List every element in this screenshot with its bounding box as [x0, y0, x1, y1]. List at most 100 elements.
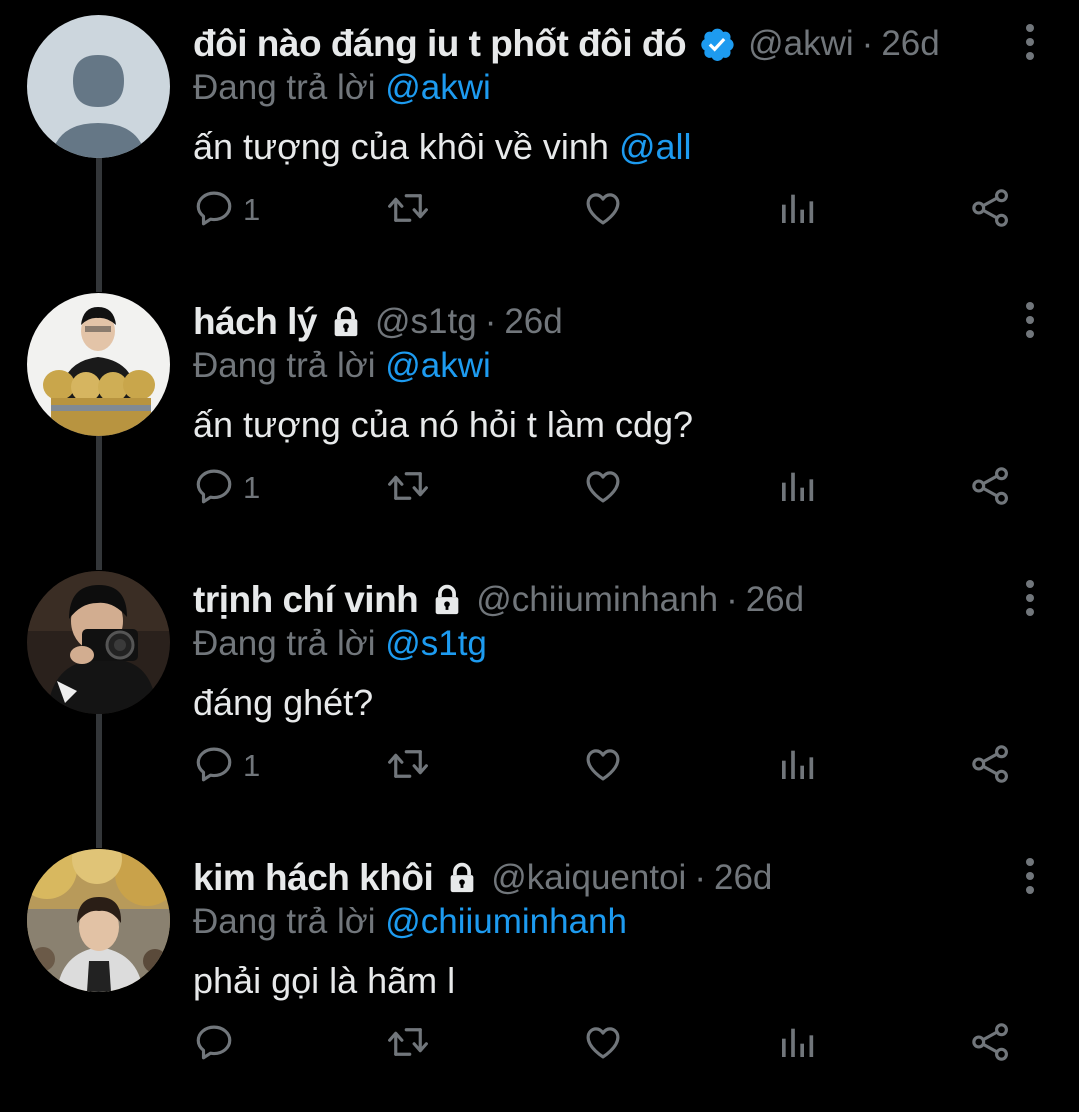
replying-to-mention[interactable]: @akwi: [385, 346, 491, 385]
tweet-text: ấn tượng của nó hỏi t làm cdg?: [193, 404, 693, 446]
like-button[interactable]: [582, 463, 624, 513]
share-icon: [970, 1021, 1012, 1068]
replying-to: Đang trả lời @akwi: [193, 346, 491, 386]
user-handle[interactable]: @chiiuminhanh: [476, 580, 718, 620]
reply-button[interactable]: [193, 1019, 243, 1069]
retweet-button[interactable]: [385, 185, 431, 235]
like-button[interactable]: [582, 741, 624, 791]
more-vertical-icon[interactable]: [1023, 300, 1037, 340]
reply-button[interactable]: 1: [193, 185, 260, 235]
display-name[interactable]: kim hách khôi: [193, 857, 434, 899]
like-icon: [582, 1021, 624, 1068]
analytics-icon: [777, 1021, 817, 1068]
avatar-photo[interactable]: [27, 849, 170, 992]
user-handle[interactable]: @kaiquentoi: [491, 858, 686, 898]
share-button[interactable]: [970, 741, 1012, 791]
tweet-text: phải gọi là hãm l: [193, 960, 455, 1002]
lock-icon: [329, 304, 363, 340]
replying-to: Đang trả lời @akwi: [193, 68, 491, 108]
replying-to-label: Đang trả lời: [193, 624, 376, 663]
replying-to-label: Đang trả lời: [193, 68, 376, 107]
share-button[interactable]: [970, 1019, 1012, 1069]
display-name[interactable]: hách lý: [193, 301, 318, 343]
reply-button[interactable]: 1: [193, 463, 260, 513]
tweet-header: kim hách khôi @kaiquentoi · 26d: [193, 852, 772, 904]
share-icon: [970, 465, 1012, 512]
replying-to-mention[interactable]: @s1tg: [385, 624, 487, 663]
more-vertical-icon[interactable]: [1023, 578, 1037, 618]
retweet-icon: [385, 1021, 431, 1068]
tweet[interactable]: kim hách khôi @kaiquentoi · 26d Đang trả…: [0, 834, 1079, 1112]
separator-dot: ·: [726, 580, 738, 619]
lock-icon: [445, 860, 479, 896]
tweet-text: ấn tượng của khôi về vinh @all: [193, 126, 692, 168]
user-handle[interactable]: @s1tg: [375, 302, 477, 342]
share-icon: [970, 743, 1012, 790]
tweet[interactable]: hách lý @s1tg · 26d Đang trả lời @akwi ấ…: [0, 278, 1079, 556]
replying-to: Đang trả lời @chiiuminhanh: [193, 902, 627, 942]
retweet-button[interactable]: [385, 1019, 431, 1069]
share-button[interactable]: [970, 185, 1012, 235]
analytics-icon: [777, 465, 817, 512]
like-icon: [582, 743, 624, 790]
like-button[interactable]: [582, 185, 624, 235]
timestamp[interactable]: 26d: [881, 24, 939, 64]
more-vertical-icon[interactable]: [1023, 22, 1037, 62]
tweet-body: ấn tượng của nó hỏi t làm cdg?: [193, 404, 694, 445]
analytics-button[interactable]: [777, 185, 817, 235]
timestamp[interactable]: 26d: [504, 302, 562, 342]
reply-icon: [193, 187, 235, 234]
reply-count: 1: [243, 748, 261, 783]
avatar-photo[interactable]: [27, 293, 170, 436]
timestamp[interactable]: 26d: [714, 858, 772, 898]
timestamp[interactable]: 26d: [746, 580, 804, 620]
tweet-header: đôi nào đáng iu t phốt đôi đó @akwi · 26…: [193, 18, 940, 70]
avatar-default[interactable]: [27, 15, 170, 158]
reply-icon: [193, 743, 235, 790]
replying-to-mention[interactable]: @akwi: [385, 68, 491, 107]
avatar-photo[interactable]: [27, 571, 170, 714]
reply-icon: [193, 1021, 235, 1068]
tweet-body: đáng ghét?: [193, 682, 374, 723]
retweet-icon: [385, 743, 431, 790]
analytics-button[interactable]: [777, 1019, 817, 1069]
replying-to: Đang trả lời @s1tg: [193, 624, 487, 664]
more-vertical-icon[interactable]: [1023, 856, 1037, 896]
separator-dot: ·: [861, 24, 874, 63]
tweet[interactable]: đôi nào đáng iu t phốt đôi đó @akwi · 26…: [0, 0, 1079, 278]
tweet-body: phải gọi là hãm l: [193, 960, 456, 1001]
replying-to-label: Đang trả lời: [193, 346, 376, 385]
lock-icon: [430, 582, 464, 618]
separator-dot: ·: [484, 302, 497, 341]
like-icon: [582, 187, 624, 234]
analytics-button[interactable]: [777, 741, 817, 791]
replying-to-label: Đang trả lời: [193, 902, 376, 941]
analytics-button[interactable]: [777, 463, 817, 513]
tweet[interactable]: trịnh chí vinh @chiiuminhanh · 26d Đang …: [0, 556, 1079, 834]
verified-badge-icon: [698, 25, 736, 63]
analytics-icon: [777, 187, 817, 234]
retweet-icon: [385, 187, 431, 234]
tweet-mention[interactable]: @all: [619, 126, 692, 167]
tweet-header: trịnh chí vinh @chiiuminhanh · 26d: [193, 574, 804, 626]
replying-to-mention[interactable]: @chiiuminhanh: [385, 902, 627, 941]
reply-button[interactable]: 1: [193, 741, 260, 791]
share-button[interactable]: [970, 463, 1012, 513]
user-handle[interactable]: @akwi: [748, 24, 854, 64]
action-bar: [193, 1019, 1023, 1069]
tweet-text: đáng ghét?: [193, 682, 373, 724]
display-name[interactable]: đôi nào đáng iu t phốt đôi đó: [193, 23, 687, 65]
reply-icon: [193, 465, 235, 512]
retweet-button[interactable]: [385, 741, 431, 791]
action-bar: 1: [193, 741, 1023, 791]
tweet-body: ấn tượng của khôi về vinh: [193, 126, 609, 167]
share-icon: [970, 187, 1012, 234]
like-button[interactable]: [582, 1019, 624, 1069]
reply-count: 1: [243, 192, 261, 227]
action-bar: 1: [193, 463, 1023, 513]
retweet-icon: [385, 465, 431, 512]
reply-count: 1: [243, 470, 261, 505]
display-name[interactable]: trịnh chí vinh: [193, 579, 419, 621]
retweet-button[interactable]: [385, 463, 431, 513]
like-icon: [582, 465, 624, 512]
